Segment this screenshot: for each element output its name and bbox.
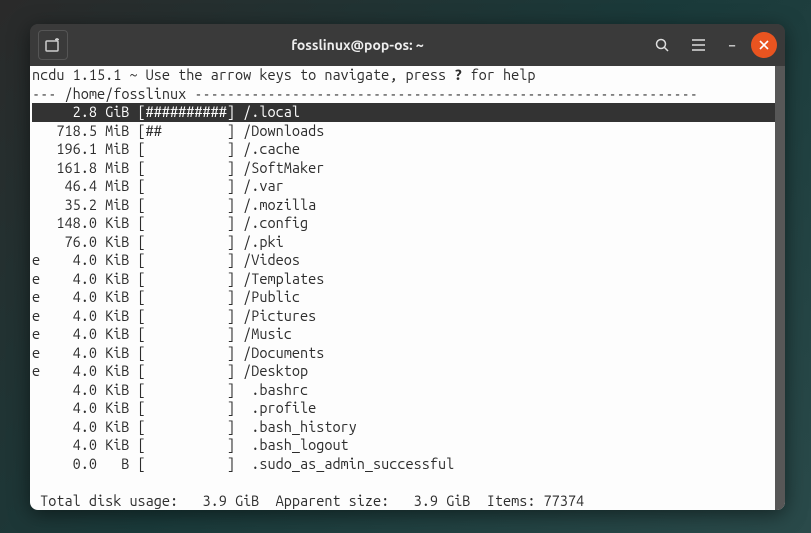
ncdu-header: ncdu 1.15.1 ~ Use the arrow keys to navi…	[32, 66, 783, 85]
ncdu-row[interactable]: e 4.0 KiB [ ] /Templates	[32, 270, 783, 289]
terminal-scrollbar[interactable]	[775, 66, 785, 510]
new-tab-icon	[45, 38, 61, 52]
terminal-window: fosslinux@pop-os: ~ – ncdu 1.15.1 ~ Use …	[30, 24, 785, 510]
titlebar[interactable]: fosslinux@pop-os: ~ –	[30, 24, 785, 66]
minimize-icon: –	[728, 37, 736, 53]
ncdu-row[interactable]: e 4.0 KiB [ ] /Music	[32, 325, 783, 344]
ncdu-status: Total disk usage: 3.9 GiB Apparent size:…	[32, 492, 783, 511]
ncdu-row[interactable]: 4.0 KiB [ ] .bash_logout	[32, 436, 783, 455]
window-title: fosslinux@pop-os: ~	[74, 37, 641, 53]
ncdu-row[interactable]: e 4.0 KiB [ ] /Pictures	[32, 307, 783, 326]
close-icon	[759, 40, 769, 50]
ncdu-blank	[32, 473, 783, 492]
ncdu-row[interactable]: 76.0 KiB [ ] /.pki	[32, 233, 783, 252]
ncdu-row[interactable]: 196.1 MiB [ ] /.cache	[32, 140, 783, 159]
ncdu-row[interactable]: 2.8 GiB [##########] /.local	[32, 103, 783, 122]
ncdu-row[interactable]: e 4.0 KiB [ ] /Desktop	[32, 362, 783, 381]
ncdu-row[interactable]: e 4.0 KiB [ ] /Public	[32, 288, 783, 307]
hamburger-icon	[691, 39, 706, 51]
new-tab-button[interactable]	[38, 30, 68, 60]
ncdu-row[interactable]: 4.0 KiB [ ] .bash_history	[32, 418, 783, 437]
ncdu-row[interactable]: 4.0 KiB [ ] .bashrc	[32, 381, 783, 400]
ncdu-row[interactable]: 148.0 KiB [ ] /.config	[32, 214, 783, 233]
ncdu-header-post: for help	[462, 66, 535, 83]
minimize-button[interactable]: –	[719, 32, 745, 58]
ncdu-row[interactable]: 161.8 MiB [ ] /SoftMaker	[32, 159, 783, 178]
ncdu-header-pre: ncdu 1.15.1 ~ Use the arrow keys to navi…	[32, 66, 454, 83]
menu-button[interactable]	[683, 30, 713, 60]
terminal-body[interactable]: ncdu 1.15.1 ~ Use the arrow keys to navi…	[30, 66, 785, 510]
search-icon	[655, 38, 670, 53]
terminal-content: ncdu 1.15.1 ~ Use the arrow keys to navi…	[30, 66, 785, 510]
search-button[interactable]	[647, 30, 677, 60]
ncdu-row[interactable]: 0.0 B [ ] .sudo_as_admin_successful	[32, 455, 783, 474]
ncdu-row[interactable]: 718.5 MiB [## ] /Downloads	[32, 122, 783, 141]
ncdu-row[interactable]: e 4.0 KiB [ ] /Videos	[32, 251, 783, 270]
ncdu-path: --- /home/fosslinux --------------------…	[32, 85, 783, 104]
ncdu-row[interactable]: 4.0 KiB [ ] .profile	[32, 399, 783, 418]
titlebar-right: –	[647, 30, 777, 60]
ncdu-row[interactable]: 35.2 MiB [ ] /.mozilla	[32, 196, 783, 215]
ncdu-rows[interactable]: 2.8 GiB [##########] /.local 718.5 MiB […	[32, 103, 783, 473]
ncdu-row[interactable]: 46.4 MiB [ ] /.var	[32, 177, 783, 196]
close-button[interactable]	[751, 32, 777, 58]
ncdu-row[interactable]: e 4.0 KiB [ ] /Documents	[32, 344, 783, 363]
